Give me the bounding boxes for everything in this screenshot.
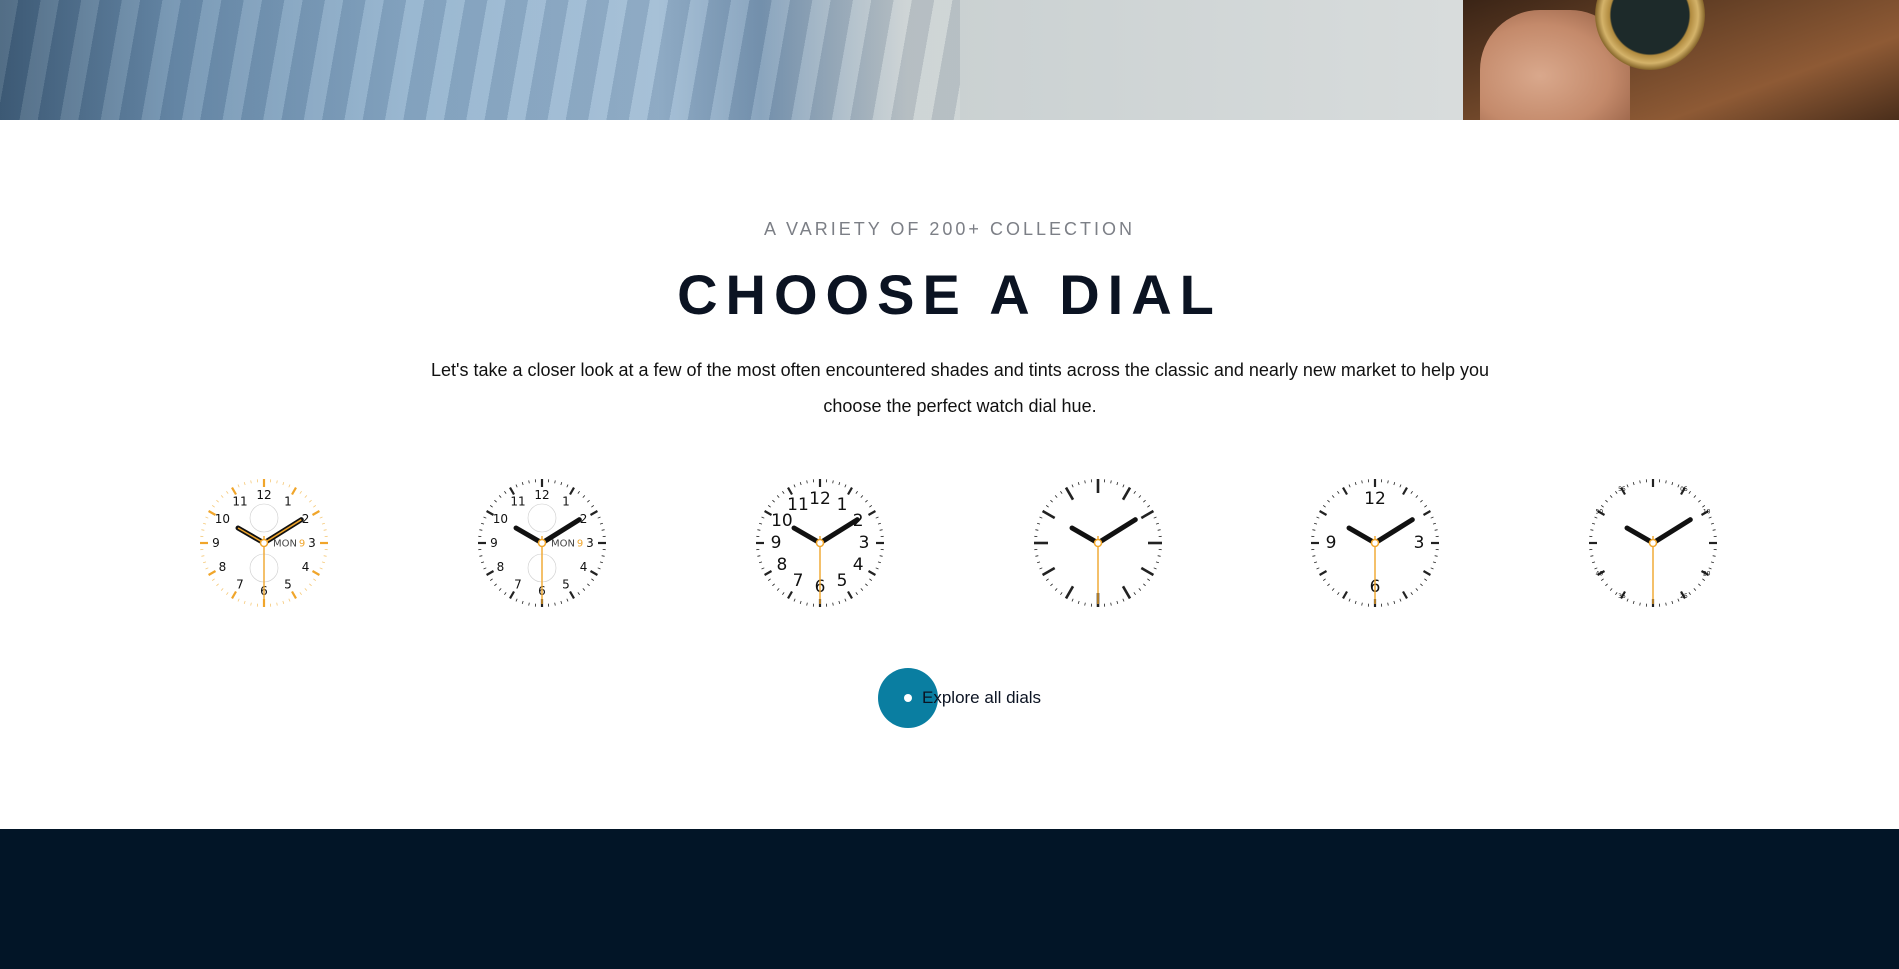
dial-numeral: 8 xyxy=(776,555,787,575)
dial-numeral: 10 xyxy=(493,512,508,526)
dial-option-2[interactable]: 121234567891011MON9 xyxy=(475,476,609,610)
dial-numeral: 50 xyxy=(1595,509,1603,516)
dial-numeral: 4 xyxy=(580,560,588,574)
watch-dial-icon xyxy=(1034,479,1162,607)
hero-image-shirt xyxy=(0,0,1463,120)
dial-numeral: 7 xyxy=(236,578,244,592)
dial-numeral: 20 xyxy=(1703,571,1711,578)
dial-option-5[interactable]: 12369 xyxy=(1308,476,1442,610)
dial-numeral: 9 xyxy=(1326,533,1337,553)
dial-numeral: 10 xyxy=(1703,509,1711,516)
dial-numeral: 4 xyxy=(853,555,864,575)
dial-numeral: 9 xyxy=(771,533,782,553)
dial-numeral: 12 xyxy=(534,488,549,502)
dial-numeral: 1 xyxy=(284,494,292,508)
explore-all-dials-button[interactable]: Explore all dials xyxy=(878,668,1041,728)
watch-dial-icon: 121234567891011MON9 xyxy=(478,479,606,607)
dial-date-label: 9 xyxy=(299,539,305,550)
dial-numeral: 55 xyxy=(1618,486,1626,493)
dial-numeral: 12 xyxy=(809,489,831,509)
dial-numeral: 3 xyxy=(859,533,870,553)
section-description: Let's take a closer look at a few of the… xyxy=(430,360,1490,416)
dial-numeral: 12 xyxy=(1364,489,1386,509)
dial-numeral: 1 xyxy=(837,495,848,515)
dial-numeral: 3 xyxy=(308,536,316,550)
watch-dial-icon: 12369 xyxy=(1311,479,1439,607)
dial-option-1[interactable]: 121234567891011MON9 xyxy=(197,476,331,610)
dial-numeral: 3 xyxy=(1414,533,1425,553)
dial-date-label: 9 xyxy=(577,539,583,550)
dial-numeral: 05 xyxy=(1680,486,1688,493)
dial-numeral: 1 xyxy=(562,494,570,508)
dial-numeral: 8 xyxy=(497,560,505,574)
watch-dial-icon: 121234567891011MON9 xyxy=(200,479,328,607)
footer-section xyxy=(0,829,1899,969)
dial-numeral: 9 xyxy=(490,536,498,550)
dial-numeral: 5 xyxy=(562,578,570,592)
dial-option-6[interactable]: 55 05 10 20 25 35 40 50 xyxy=(1586,476,1720,610)
dial-numeral: 11 xyxy=(232,494,247,508)
section-title: CHOOSE A DIAL xyxy=(677,263,1222,326)
hero-banner xyxy=(0,0,1899,120)
dial-numeral: 3 xyxy=(586,536,594,550)
section-eyebrow: A VARIETY OF 200+ COLLECTION xyxy=(764,219,1135,239)
dial-numeral: 25 xyxy=(1680,593,1688,600)
dial-numeral: 40 xyxy=(1595,571,1603,578)
dial-option-4[interactable] xyxy=(1031,476,1165,610)
dial-numeral: 8 xyxy=(219,560,227,574)
explore-label: Explore all dials xyxy=(922,688,1042,707)
watch-dial-icon: 55 05 10 20 25 35 40 50 xyxy=(1589,479,1717,607)
dial-numeral: 11 xyxy=(510,494,525,508)
dial-numeral: 7 xyxy=(514,578,522,592)
dial-numeral: 12 xyxy=(256,488,271,502)
dial-day-label: MON xyxy=(273,539,297,550)
dial-day-label: MON xyxy=(551,539,575,550)
dial-numeral: 11 xyxy=(787,495,809,515)
dial-numeral: 4 xyxy=(302,560,310,574)
dial-numeral: 5 xyxy=(284,578,292,592)
dial-numeral: 7 xyxy=(793,571,804,591)
dial-numeral: 5 xyxy=(837,571,848,591)
dial-option-3[interactable]: 121234567891011 xyxy=(753,476,887,610)
dial-numeral: 10 xyxy=(215,512,230,526)
dial-numeral: 35 xyxy=(1618,593,1626,600)
watch-dial-icon: 121234567891011 xyxy=(756,479,884,607)
dot-icon xyxy=(904,694,912,702)
dial-numeral: 9 xyxy=(212,536,220,550)
